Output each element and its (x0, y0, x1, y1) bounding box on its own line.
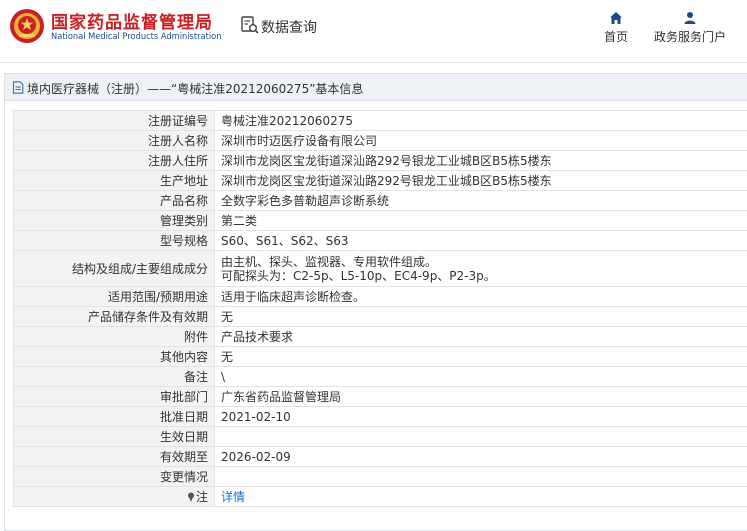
row-label: 结构及组成/主要组成成分 (13, 250, 215, 287)
row-value: \ (214, 366, 747, 387)
data-search-link[interactable]: 数据查询 (261, 17, 317, 37)
emblem-logo (10, 9, 44, 43)
table-row: 附件 产品技术要求 (13, 326, 747, 347)
details-link[interactable]: 详情 (221, 490, 245, 504)
data-search-icon[interactable] (240, 15, 260, 35)
row-label: 审批部门 (13, 386, 215, 407)
row-label: 变更情况 (13, 466, 215, 487)
table-row: 注册证编号 粤械注准20212060275 (13, 110, 747, 131)
user-icon (684, 12, 696, 24)
table-row: 结构及组成/主要组成成分 由主机、探头、监视器、专用软件组成。 可配探头为：C2… (13, 250, 747, 287)
table-row: 注册人住所 深圳市龙岗区宝龙街道深汕路292号银龙工业城B区B5栋5楼东 (13, 150, 747, 171)
row-value: 2026-02-09 (214, 446, 747, 467)
row-value: 适用于临床超声诊断检查。 (214, 286, 747, 307)
row-label: 附件 (13, 326, 215, 347)
row-label: 型号规格 (13, 230, 215, 251)
row-value: 深圳市龙岗区宝龙街道深汕路292号银龙工业城B区B5栋5楼东 (214, 170, 747, 191)
table-row: 注册人名称 深圳市时迈医疗设备有限公司 (13, 130, 747, 151)
info-table: 注册证编号 粤械注准20212060275 注册人名称 深圳市时迈医疗设备有限公… (13, 110, 747, 507)
row-label: 适用范围/预期用途 (13, 286, 215, 307)
site-header: 国家药品监督管理局 National Medical Products Admi… (0, 0, 747, 62)
table-row: 型号规格 S60、S61、S62、S63 (13, 230, 747, 251)
nav-home[interactable]: 首页 (599, 11, 633, 45)
row-value-line: 由主机、探头、监视器、专用软件组成。 (221, 254, 438, 269)
table-row: 变更情况 (13, 466, 747, 487)
row-label: 注册人名称 (13, 130, 215, 151)
row-value: 广东省药品监督管理局 (214, 386, 747, 407)
document-icon (12, 81, 24, 94)
panel-header: 境内医疗器械（注册）——“粤械注准20212060275”基本信息 (5, 74, 747, 101)
site-title-english: National Medical Products Administration (51, 32, 222, 42)
row-label: 备注 (13, 366, 215, 387)
row-value: 无 (214, 346, 747, 367)
row-label: 注册证编号 (13, 110, 215, 131)
site-title: 国家药品监督管理局 (51, 13, 213, 33)
table-row: 备注 \ (13, 366, 747, 387)
row-value: 深圳市时迈医疗设备有限公司 (214, 130, 747, 151)
nav-home-label: 首页 (603, 30, 628, 44)
note-label-text: 注 (195, 489, 208, 504)
table-row: 管理类别 第二类 (13, 210, 747, 231)
row-value: 详情 (214, 486, 747, 507)
header-divider (0, 62, 747, 63)
row-label: 管理类别 (13, 210, 215, 231)
detail-panel: 境内医疗器械（注册）——“粤械注准20212060275”基本信息 注册证编号 … (4, 73, 747, 531)
row-label: 产品储存条件及有效期 (13, 306, 215, 327)
table-row: 注 详情 (13, 486, 747, 507)
table-row: 产品名称 全数字彩色多普勒超声诊断系统 (13, 190, 747, 211)
table-row: 其他内容 无 (13, 346, 747, 367)
row-value: 粤械注准20212060275 (214, 110, 747, 131)
row-value (214, 466, 747, 487)
row-label: 有效期至 (13, 446, 215, 467)
home-icon (610, 12, 622, 24)
row-value: 第二类 (214, 210, 747, 231)
table-row: 适用范围/预期用途 适用于临床超声诊断检查。 (13, 286, 747, 307)
table-row: 生效日期 (13, 426, 747, 447)
table-row: 批准日期 2021-02-10 (13, 406, 747, 427)
row-value: 由主机、探头、监视器、专用软件组成。 可配探头为：C2-5p、L5-10p、EC… (214, 250, 747, 287)
panel-title: 境内医疗器械（注册）——“粤械注准20212060275”基本信息 (27, 82, 364, 96)
row-value-line: 可配探头为：C2-5p、L5-10p、EC4-9p、P2-3p。 (221, 268, 496, 283)
row-value (214, 426, 747, 447)
row-label: 注册人住所 (13, 150, 215, 171)
row-value: 2021-02-10 (214, 406, 747, 427)
nav-services-label: 政务服务门户 (653, 30, 726, 44)
row-value: S60、S61、S62、S63 (214, 230, 747, 251)
table-row: 生产地址 深圳市龙岗区宝龙街道深汕路292号银龙工业城B区B5栋5楼东 (13, 170, 747, 191)
row-label: 其他内容 (13, 346, 215, 367)
row-value: 无 (214, 306, 747, 327)
table-row: 有效期至 2026-02-09 (13, 446, 747, 467)
table-row: 产品储存条件及有效期 无 (13, 306, 747, 327)
pin-icon (187, 492, 194, 502)
nav-services[interactable]: 政务服务门户 (650, 11, 730, 45)
row-value: 全数字彩色多普勒超声诊断系统 (214, 190, 747, 211)
row-value: 产品技术要求 (214, 326, 747, 347)
row-value: 深圳市龙岗区宝龙街道深汕路292号银龙工业城B区B5栋5楼东 (214, 150, 747, 171)
table-row: 审批部门 广东省药品监督管理局 (13, 386, 747, 407)
row-label: 批准日期 (13, 406, 215, 427)
note-label: 注 (13, 486, 215, 507)
row-label: 产品名称 (13, 190, 215, 211)
row-label: 生效日期 (13, 426, 215, 447)
row-label: 生产地址 (13, 170, 215, 191)
